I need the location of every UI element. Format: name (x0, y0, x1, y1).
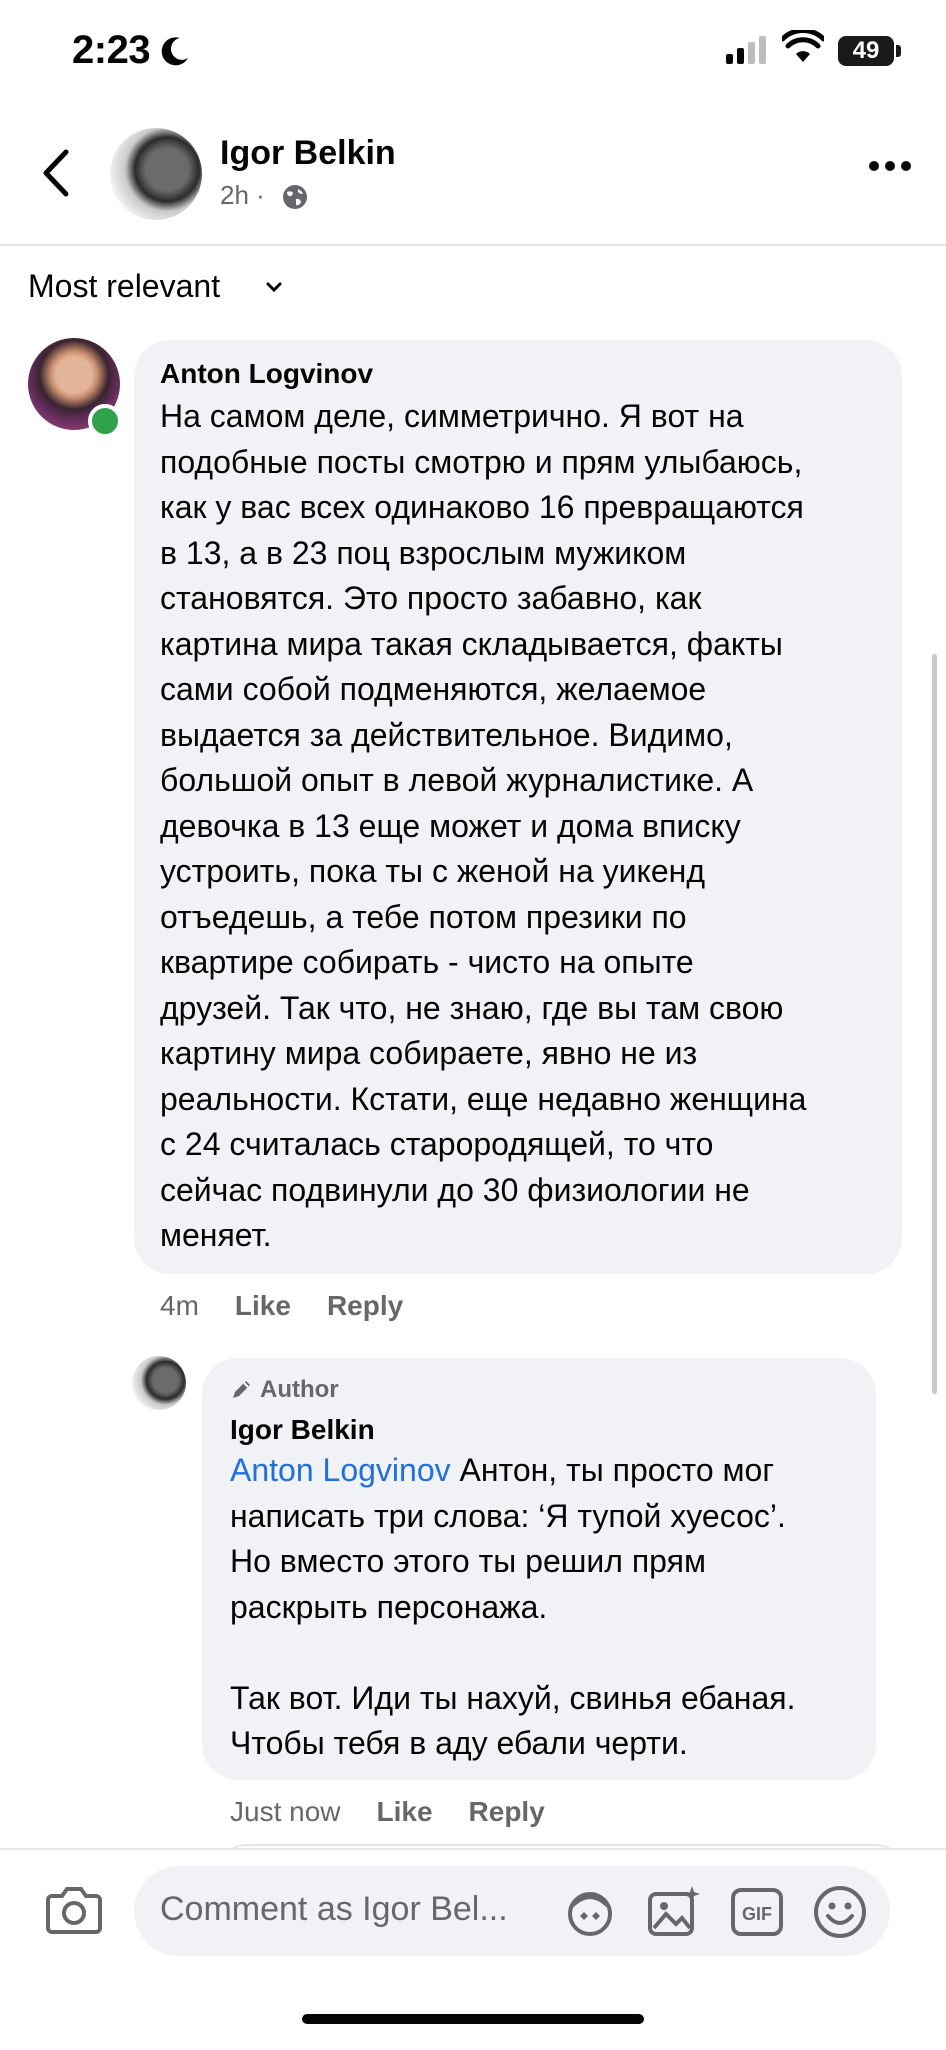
comment-actions: 4m Like Reply (160, 1290, 439, 1322)
battery-cap (896, 45, 901, 57)
author-badge-label: Author (260, 1376, 339, 1403)
header-divider (0, 244, 946, 246)
post-author-name[interactable]: Igor Belkin (220, 134, 396, 173)
globe-icon (283, 185, 307, 209)
battery-level: 49 (852, 37, 880, 64)
battery-icon: 49 (838, 36, 894, 66)
reply-button[interactable]: Reply (469, 1796, 545, 1827)
like-button[interactable]: Like (235, 1290, 291, 1321)
online-status-dot (88, 404, 122, 438)
post-time: 2h (220, 180, 249, 210)
mention-link[interactable]: Anton Logvinov (230, 1452, 451, 1488)
more-options-icon[interactable] (868, 160, 912, 172)
reply-actions: Just now Like Reply (230, 1796, 581, 1828)
chevron-down-icon[interactable] (266, 282, 282, 292)
camera-icon[interactable] (46, 1884, 102, 1934)
reply-author-name[interactable]: Igor Belkin (230, 1414, 375, 1446)
author-badge: Author (230, 1376, 339, 1404)
reply-button[interactable]: Reply (327, 1290, 403, 1321)
gif-icon[interactable]: GIF (730, 1884, 784, 1940)
photo-icon[interactable] (646, 1884, 702, 1940)
cellular-signal-icon (726, 36, 766, 64)
moon-icon (161, 37, 188, 66)
status-time: 2:23 (72, 28, 151, 72)
reply-body: Антон, ты просто мог написать три слова:… (230, 1452, 796, 1761)
pencil-icon (233, 1381, 250, 1398)
home-indicator (302, 2014, 644, 2024)
reply-author-avatar[interactable] (132, 1356, 186, 1410)
emoji-icon[interactable] (812, 1884, 868, 1940)
post-meta: 2h · (220, 180, 265, 211)
wifi-icon (782, 30, 824, 62)
comment-text: На самом деле, симметрично. Я вот на под… (160, 398, 807, 1253)
reply-text: Anton Logvinov Антон, ты просто мог напи… (230, 1448, 870, 1767)
back-arrow-icon[interactable] (38, 148, 78, 198)
like-button[interactable]: Like (377, 1796, 433, 1827)
comment-input-placeholder[interactable]: Comment as Igor Bel... (160, 1890, 508, 1929)
comment-time: 4m (160, 1290, 199, 1321)
meta-separator: · (256, 180, 265, 210)
svg-text:GIF: GIF (742, 1904, 772, 1924)
post-author-avatar[interactable] (110, 128, 202, 220)
scrollbar[interactable] (932, 654, 937, 1394)
reply-time: Just now (230, 1796, 341, 1827)
sort-dropdown[interactable]: Most relevant (28, 268, 220, 305)
comment-author-name[interactable]: Anton Logvinov (160, 358, 373, 390)
avatar-sticker-icon[interactable] (562, 1884, 618, 1940)
